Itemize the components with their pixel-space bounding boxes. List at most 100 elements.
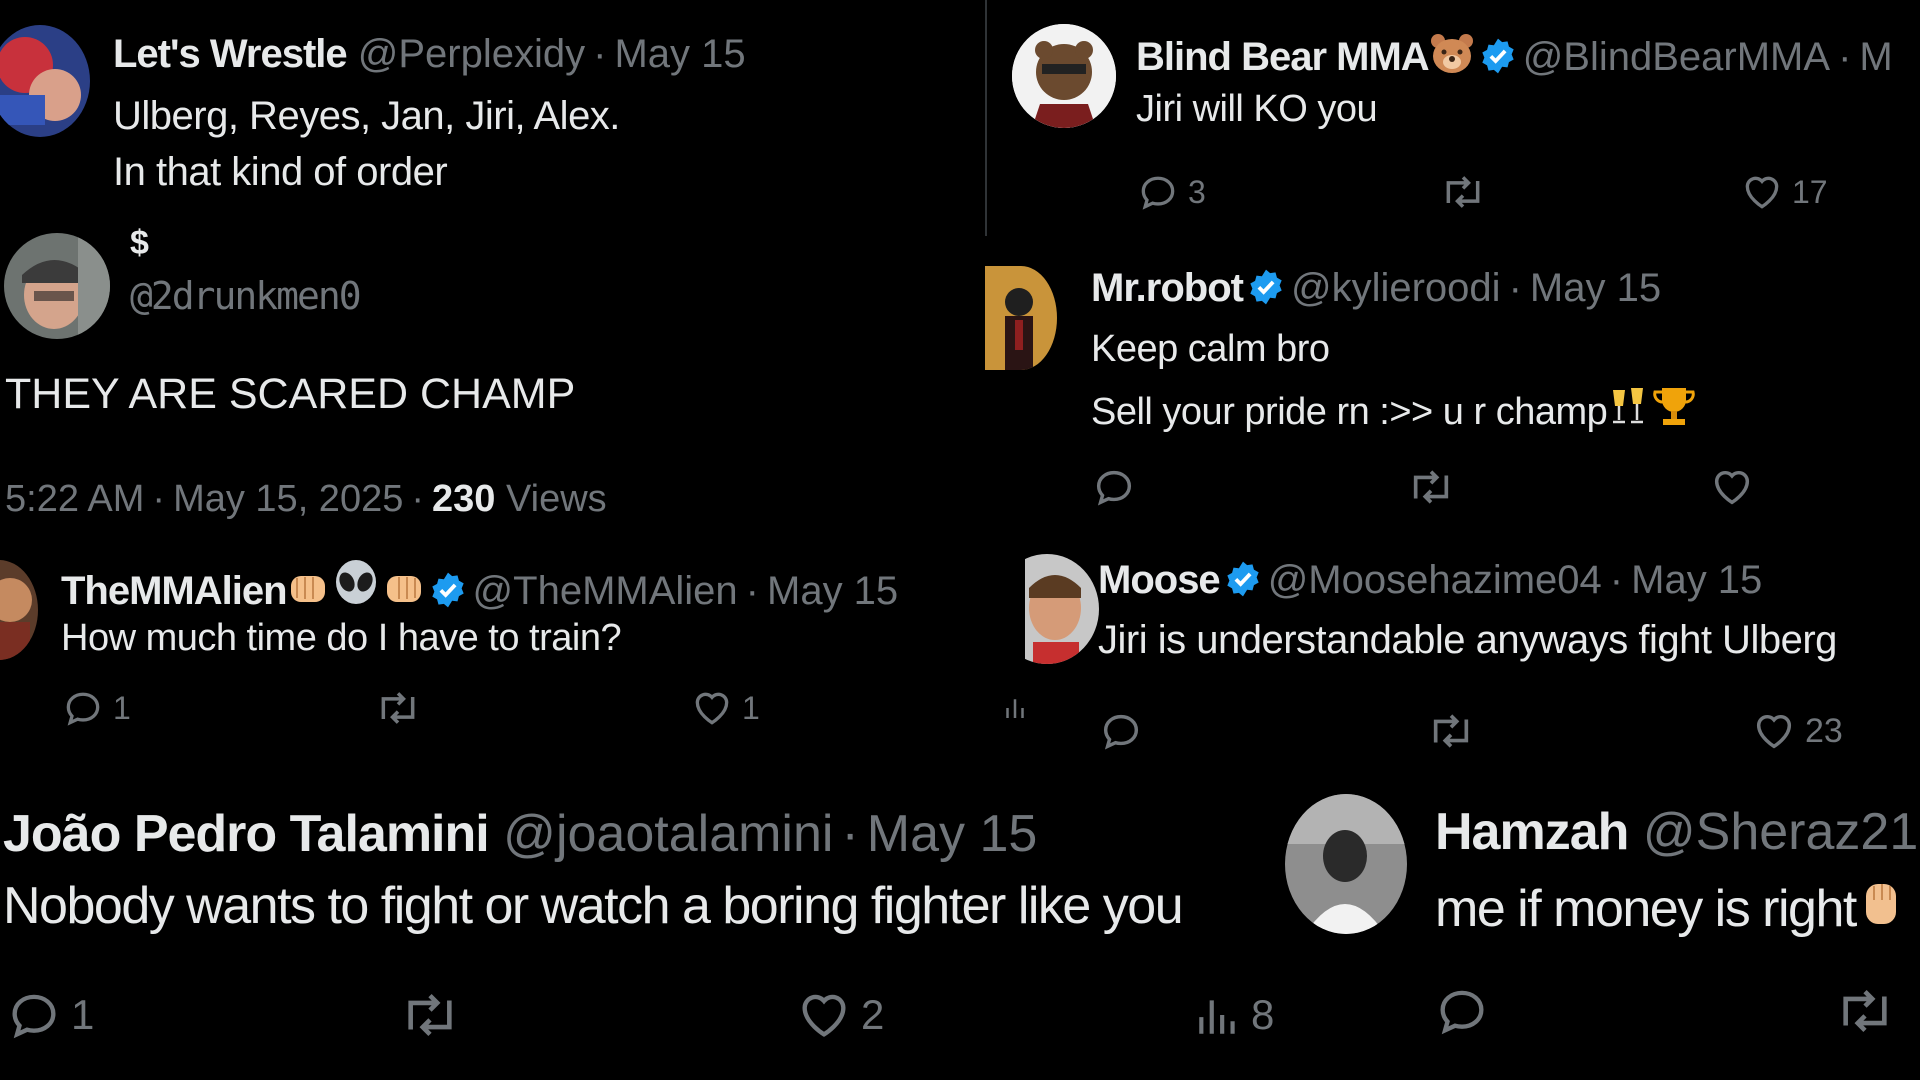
tweet-date[interactable]: May 15 (1631, 558, 1762, 602)
hand-emoji (1856, 876, 1906, 939)
display-name[interactable]: $ (130, 226, 149, 260)
handle[interactable]: @TheMMAlien (473, 569, 738, 613)
like-icon (802, 994, 846, 1037)
fist-emoji (381, 568, 425, 615)
retweet-icon (1433, 714, 1469, 748)
retweet-icon (1413, 470, 1449, 504)
like-button[interactable]: 1 (690, 686, 760, 730)
retweet-icon (408, 994, 452, 1036)
fist-emoji (287, 568, 331, 615)
retweet-icon (1446, 176, 1480, 208)
handle[interactable]: @Perplexidy (358, 32, 585, 76)
tweet-text-wrap: me if money is right (1435, 876, 1906, 939)
retweet-button[interactable] (1438, 170, 1488, 214)
avatar[interactable] (0, 25, 90, 137)
avatar[interactable] (4, 233, 110, 339)
views-button[interactable]: 8 (1193, 986, 1274, 1044)
avatar[interactable] (1285, 794, 1407, 934)
handle[interactable]: @joaotalamini (503, 805, 833, 863)
reply-button[interactable] (1091, 464, 1137, 510)
tweet-moose[interactable]: Moose @Moosehazime04 · May 15 Jiri is under… (1025, 528, 1920, 770)
tweet-date[interactable]: May 15 (1530, 266, 1661, 310)
retweet-button[interactable] (373, 686, 423, 730)
reply-count: 1 (71, 991, 95, 1038)
tweet-joao[interactable]: João Pedro Talamini @joaotalamini · May 15… (0, 770, 1283, 1080)
reply-button[interactable] (1433, 982, 1491, 1040)
reply-button[interactable]: 1 (5, 986, 94, 1044)
tweet-mma-alien[interactable]: TheMMAlien @TheMMAlien · May 15 How much ti… (0, 530, 1025, 770)
retweet-icon (1843, 990, 1887, 1032)
reply-icon (12, 994, 56, 1039)
tweet-date[interactable]: May 15 (767, 569, 898, 613)
tweet-text-line: Ulberg, Reyes, Jan, Jiri, Alex. (113, 94, 620, 138)
display-name[interactable]: Let's Wrestle (113, 32, 348, 76)
reply-button[interactable] (1098, 708, 1144, 754)
tweet-text-line: Sell your pride rn :>> u r champ (1091, 391, 1608, 433)
tweet-text: Jiri is understandable anyways fight Ulb… (1098, 618, 1837, 662)
like-button[interactable]: 23 (1751, 708, 1843, 754)
reply-count: 3 (1188, 173, 1206, 210)
panel-divider (985, 0, 987, 236)
avatar[interactable] (985, 266, 1057, 370)
tweet-mr-robot[interactable]: Mr.robot @kylieroodi · May 15 Keep calm bro… (985, 236, 1920, 528)
display-name[interactable]: Hamzah (1435, 803, 1629, 861)
display-name[interactable]: Moose (1098, 558, 1221, 602)
tweet-header: Let's Wrestle @Perplexidy · May 15 (113, 32, 746, 76)
retweet-button[interactable] (1425, 708, 1477, 754)
cheers-emoji (1607, 384, 1651, 435)
tweet-header: TheMMAlien @TheMMAlien · May 15 (61, 560, 898, 616)
handle[interactable]: @Sheraz216 (1643, 803, 1920, 861)
like-icon (695, 692, 729, 725)
tweet-date[interactable]: May 15 (867, 805, 1038, 863)
post-time[interactable]: 5:22 AM (5, 478, 144, 520)
retweet-button[interactable] (1833, 982, 1897, 1040)
like-icon (1714, 470, 1750, 505)
tweet-blind-bear[interactable]: Blind Bear MMA @BlindBearMMA · M Jiri will … (988, 0, 1920, 236)
like-button[interactable]: 2 (795, 986, 884, 1044)
tweet-header: Moose @Moosehazime04 · May 15 (1098, 560, 1762, 605)
avatar[interactable] (1012, 24, 1116, 128)
display-name[interactable]: TheMMAlien (61, 569, 288, 613)
views-icon (1199, 1000, 1235, 1034)
reply-button[interactable]: 3 (1136, 170, 1206, 214)
retweet-icon (381, 692, 415, 724)
bear-emoji (1429, 32, 1475, 81)
tweet-date[interactable]: May 15 (614, 32, 745, 76)
views-button[interactable] (1000, 686, 1025, 730)
like-icon (1745, 176, 1779, 209)
reply-icon (1440, 990, 1484, 1035)
trophy-emoji (1651, 384, 1697, 435)
like-count: 23 (1805, 711, 1843, 750)
reply-icon (1103, 714, 1139, 750)
handle[interactable]: @Moosehazime04 (1268, 558, 1602, 602)
like-count: 1 (742, 689, 760, 726)
tweet-date[interactable]: M (1859, 35, 1892, 79)
handle[interactable]: @BlindBearMMA (1523, 35, 1830, 79)
retweet-button[interactable] (398, 986, 462, 1044)
tweet-text-line: Keep calm bro (1091, 328, 1330, 370)
like-button[interactable]: 17 (1740, 170, 1828, 214)
handle[interactable]: @2drunkmen0 (130, 277, 362, 315)
display-name[interactable]: Blind Bear MMA (1136, 35, 1430, 79)
tweet-text: me if money is right (1435, 880, 1857, 938)
views-count: 230 (432, 478, 496, 520)
tweet-lets-wrestle[interactable]: Let's Wrestle @Perplexidy · May 15 Ulberg,… (0, 0, 985, 218)
verified-icon (429, 571, 467, 616)
retweet-button[interactable] (1405, 464, 1457, 510)
views-count: 8 (1251, 991, 1275, 1038)
like-button[interactable] (1709, 464, 1755, 510)
reply-icon (66, 692, 100, 726)
reply-button[interactable]: 1 (61, 686, 131, 730)
display-name[interactable]: Mr.robot (1091, 266, 1244, 310)
tweet-hamzah[interactable]: Hamzah @Sheraz216 me if money is right (1283, 770, 1920, 1080)
tweet-header: Mr.robot @kylieroodi · May 15 (1091, 268, 1661, 313)
views-icon (1006, 699, 1024, 718)
tweet-text-line: In that kind of order (113, 150, 448, 194)
tweet-text: Nobody wants to fight or watch a boring … (3, 877, 1184, 935)
post-text: THEY ARE SCARED CHAMP (5, 370, 576, 418)
avatar[interactable] (1025, 554, 1099, 664)
handle[interactable]: @kylieroodi (1291, 266, 1501, 310)
display-name[interactable]: João Pedro Talamini (3, 805, 490, 863)
avatar[interactable] (0, 560, 38, 660)
post-date[interactable]: May 15, 2025 (173, 478, 403, 520)
